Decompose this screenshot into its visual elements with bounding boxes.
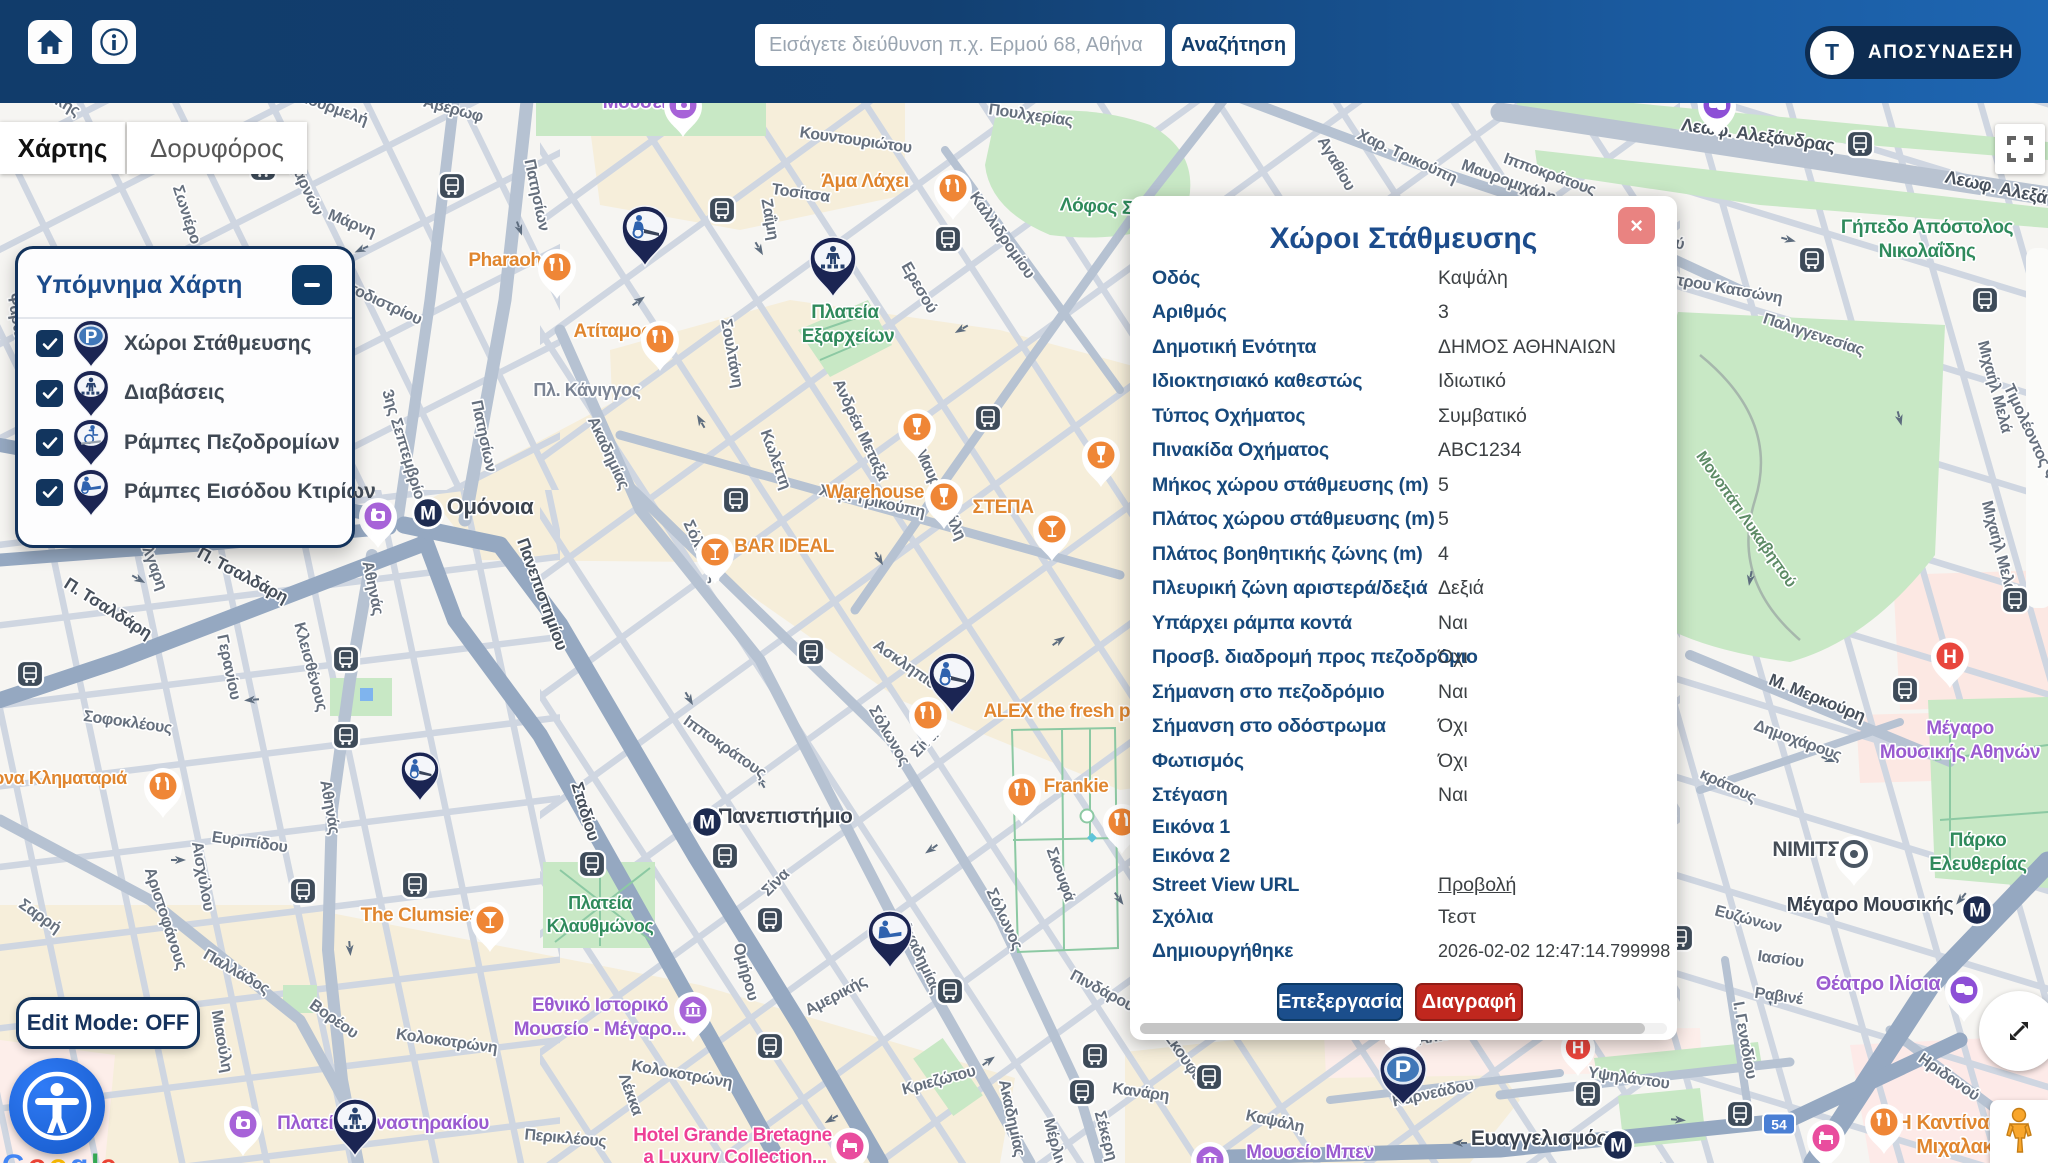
svg-text:G: G [2,1149,25,1163]
svg-text:Εθνικό Ιστορικό: Εθνικό Ιστορικό [532,995,668,1016]
svg-text:Hotel Grande Bretagne,: Hotel Grande Bretagne, [633,1125,837,1146]
svg-text:ΣΤΕΠΑ: ΣΤΕΠΑ [972,497,1034,518]
svg-text:l: l [91,1149,99,1163]
svg-text:Θέατρο Ιλίσια: Θέατρο Ιλίσια [1816,973,1942,995]
svg-text:54: 54 [1771,1117,1787,1133]
svg-text:Ελευθερίας: Ελευθερίας [1929,854,2027,875]
svg-text:Γήπεδο Απόστολος: Γήπεδο Απόστολος [1841,217,2014,238]
svg-text:Μουσικής Αθηνών: Μουσικής Αθηνών [1880,742,2040,763]
svg-text:Μουσείο - Μέγαρο...: Μουσείο - Μέγαρο... [514,1019,687,1040]
svg-text:P: P [85,327,98,348]
svg-text:Frankie: Frankie [1044,776,1109,797]
svg-text:Ατίταμος: Ατίταμος [573,321,651,342]
svg-text:e: e [100,1149,117,1163]
svg-text:Πλατεία: Πλατεία [568,893,632,913]
svg-text:Warehouse: Warehouse [826,482,924,503]
svg-text:a Luxury Collection...: a Luxury Collection... [643,1147,826,1163]
svg-text:Πλατεία Μοναστηρακίου: Πλατεία Μοναστηρακίου [277,1113,489,1134]
svg-text:Pharaoh: Pharaoh [468,250,541,271]
svg-text:Πάρκο: Πάρκο [1950,830,2007,851]
svg-text:Νικολαΐδης: Νικολαΐδης [1879,241,1976,262]
svg-text:Η Καντίνα τ: Η Καντίνα τ [1897,1112,2003,1134]
svg-text:H: H [1572,1039,1584,1058]
svg-text:Πλ. Κάνιγγος: Πλ. Κάνιγγος [533,380,640,400]
svg-text:Ευαγγελισμός: Ευαγγελισμός [1471,1127,1608,1150]
svg-text:Ομόνοια: Ομόνοια [447,494,534,519]
svg-text:Κλαυθμώνος: Κλαυθμώνος [547,916,654,936]
svg-text:Μουσείο Μπεν: Μουσείο Μπεν [1246,1142,1374,1163]
svg-text:Εξαρχείων: Εξαρχείων [802,326,895,347]
svg-text:BAR IDEAL: BAR IDEAL [734,536,835,557]
svg-text:Άμα Λάχει: Άμα Λάχει [821,171,909,192]
svg-text:Μέγαρο Μουσικής: Μέγαρο Μουσικής [1787,894,1954,916]
svg-text:Μέγαρο: Μέγαρο [1926,718,1994,739]
svg-text:H: H [1943,647,1957,668]
svg-text:ρνα Κληματαριά: ρνα Κληματαριά [0,768,127,788]
svg-text:Πανεπιστήμιο: Πανεπιστήμιο [718,805,853,828]
svg-text:Πλατεία: Πλατεία [811,302,879,323]
svg-text:The Clumsies: The Clumsies [361,905,480,926]
svg-text:ΝΙΜΙΤΣ: ΝΙΜΙΤΣ [1772,838,1839,861]
